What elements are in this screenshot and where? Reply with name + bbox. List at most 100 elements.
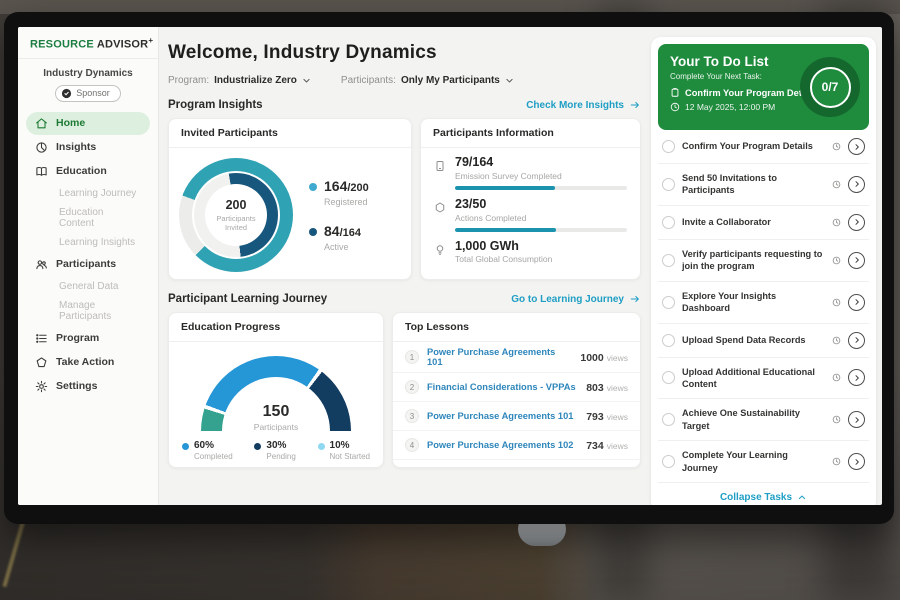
progress-bar bbox=[455, 228, 627, 232]
sidebar-item-program[interactable]: Program bbox=[26, 327, 150, 350]
task-go-button[interactable] bbox=[848, 252, 865, 269]
info-value: 79/164 bbox=[455, 156, 627, 170]
sidebar-item-learning-journey[interactable]: Learning Journey bbox=[26, 184, 150, 203]
todo-card: Your To Do List Complete Your Next Task:… bbox=[651, 37, 876, 505]
sidebar-item-education[interactable]: Education bbox=[26, 160, 150, 183]
card-title: Participants Information bbox=[421, 119, 640, 148]
program-value: Industrialize Zero bbox=[214, 75, 297, 86]
sidebar-item-label: Learning Insights bbox=[59, 237, 135, 248]
lesson-row: 4 Power Purchase Agreements 102 734views bbox=[393, 431, 640, 460]
sidebar-item-label: Program bbox=[56, 332, 99, 344]
clock-icon bbox=[832, 256, 841, 265]
task-checkbox[interactable] bbox=[662, 334, 675, 347]
lesson-views: 734 bbox=[586, 440, 604, 452]
legend-dot bbox=[309, 183, 317, 191]
right-column: Your To Do List Complete Your Next Task:… bbox=[651, 37, 876, 505]
task-checkbox[interactable] bbox=[662, 140, 675, 153]
participants-information-card: Participants Information 79/164 Emission… bbox=[420, 118, 641, 280]
legend-value: 164 bbox=[324, 178, 347, 194]
lesson-title-link[interactable]: Power Purchase Agreements 102 bbox=[427, 440, 578, 450]
todo-next-task-label: Confirm Your Program Details bbox=[685, 88, 817, 98]
learning-journey-section-header: Participant Learning Journey Go to Learn… bbox=[168, 293, 641, 305]
task-checkbox[interactable] bbox=[662, 178, 675, 191]
task-go-button[interactable] bbox=[848, 332, 865, 349]
legend-dot bbox=[309, 228, 317, 236]
lesson-row: 1 Power Purchase Agreements 101 1000view… bbox=[393, 342, 640, 373]
task-go-button[interactable] bbox=[848, 411, 865, 428]
sidebar-item-label: Manage Participants bbox=[59, 300, 141, 322]
legend-pct: 30% bbox=[266, 440, 295, 452]
sidebar-item-label: Education bbox=[56, 165, 107, 177]
sidebar-item-insights[interactable]: Insights bbox=[26, 136, 150, 159]
program-insights-cards: Invited Participants 200 Participants In… bbox=[168, 118, 641, 280]
task-go-button[interactable] bbox=[848, 176, 865, 193]
program-dropdown[interactable]: Program: Industrialize Zero bbox=[168, 75, 311, 86]
program-list-icon bbox=[35, 332, 48, 345]
page-title: Welcome, Industry Dynamics bbox=[168, 42, 641, 64]
task-label: Upload Spend Data Records bbox=[682, 334, 825, 346]
sidebar-item-take-action[interactable]: Take Action bbox=[26, 351, 150, 374]
link-label: Check More Insights bbox=[526, 100, 624, 111]
lesson-views: 1000 bbox=[580, 352, 603, 364]
lesson-title-link[interactable]: Power Purchase Agreements 101 bbox=[427, 411, 578, 421]
task-go-button[interactable] bbox=[848, 138, 865, 155]
clock-icon bbox=[832, 180, 841, 189]
lesson-views: 793 bbox=[586, 411, 604, 423]
collapse-tasks-link[interactable]: Collapse Tasks bbox=[658, 483, 869, 505]
legend-value: 84 bbox=[324, 223, 340, 239]
bulb-icon bbox=[434, 240, 446, 270]
task-checkbox[interactable] bbox=[662, 296, 675, 309]
sidebar-item-home[interactable]: Home bbox=[26, 112, 150, 135]
sidebar-item-label: Take Action bbox=[56, 356, 114, 368]
arrow-right-icon bbox=[629, 294, 641, 304]
lesson-rank: 1 bbox=[405, 350, 419, 364]
info-label: Total Global Consumption bbox=[455, 254, 627, 264]
chevron-down-icon bbox=[505, 76, 514, 85]
info-row-actions: 23/50 Actions Completed bbox=[421, 190, 640, 232]
task-checkbox[interactable] bbox=[662, 413, 675, 426]
sponsor-badge-label: Sponsor bbox=[76, 88, 110, 98]
gauge-center-label: Participants bbox=[201, 422, 351, 432]
participants-label: Participants: bbox=[341, 75, 396, 86]
clock-icon bbox=[832, 457, 841, 466]
lesson-row: 5 Power Purchase Agreements 103 600views bbox=[393, 460, 640, 468]
sidebar-item-learning-insights[interactable]: Learning Insights bbox=[26, 233, 150, 252]
gauge-legend: 60% Completed 30% Pending 10% Not Starte… bbox=[169, 440, 383, 461]
survey-icon bbox=[434, 156, 446, 190]
program-label: Program: bbox=[168, 75, 209, 86]
views-suffix: views bbox=[607, 412, 628, 422]
task-checkbox[interactable] bbox=[662, 216, 675, 229]
task-go-button[interactable] bbox=[848, 214, 865, 231]
lesson-row: 2 Financial Considerations - VPPAs 803vi… bbox=[393, 373, 640, 402]
task-checkbox[interactable] bbox=[662, 371, 675, 384]
task-go-button[interactable] bbox=[848, 369, 865, 386]
legend-total: /164 bbox=[340, 227, 361, 239]
sponsor-badge: Sponsor bbox=[55, 85, 121, 102]
card-title: Top Lessons bbox=[393, 313, 640, 342]
progress-bar-fill bbox=[455, 228, 556, 232]
check-more-insights-link[interactable]: Check More Insights bbox=[526, 100, 641, 111]
go-to-learning-journey-link[interactable]: Go to Learning Journey bbox=[511, 294, 641, 305]
sidebar-item-manage-participants[interactable]: Manage Participants bbox=[26, 296, 150, 326]
sidebar-item-label: Education Content bbox=[59, 207, 141, 229]
task-checkbox[interactable] bbox=[662, 455, 675, 468]
sidebar: RESOURCE ADVISOR+ Industry Dynamics Spon… bbox=[18, 27, 159, 505]
sidebar-item-participants[interactable]: Participants bbox=[26, 253, 150, 276]
task-go-button[interactable] bbox=[848, 453, 865, 470]
task-checkbox[interactable] bbox=[662, 254, 675, 267]
main-content: Welcome, Industry Dynamics Program: Indu… bbox=[168, 27, 641, 468]
sponsor-check-icon bbox=[61, 88, 72, 99]
lesson-title-link[interactable]: Power Purchase Agreements 101 bbox=[427, 347, 572, 367]
sidebar-item-general-data[interactable]: General Data bbox=[26, 277, 150, 296]
sidebar-item-settings[interactable]: Settings bbox=[26, 375, 150, 398]
sidebar-item-label: Insights bbox=[56, 141, 96, 153]
task-go-button[interactable] bbox=[848, 294, 865, 311]
lesson-rank: 4 bbox=[405, 438, 419, 452]
participants-dropdown[interactable]: Participants: Only My Participants bbox=[341, 75, 514, 86]
gear-icon bbox=[35, 380, 48, 393]
dashboard-screen: RESOURCE ADVISOR+ Industry Dynamics Spon… bbox=[18, 27, 882, 505]
lesson-title-link[interactable]: Financial Considerations - VPPAs bbox=[427, 382, 578, 392]
legend-dot bbox=[318, 443, 325, 450]
lesson-views: 803 bbox=[586, 382, 604, 394]
sidebar-item-education-content[interactable]: Education Content bbox=[26, 203, 150, 233]
